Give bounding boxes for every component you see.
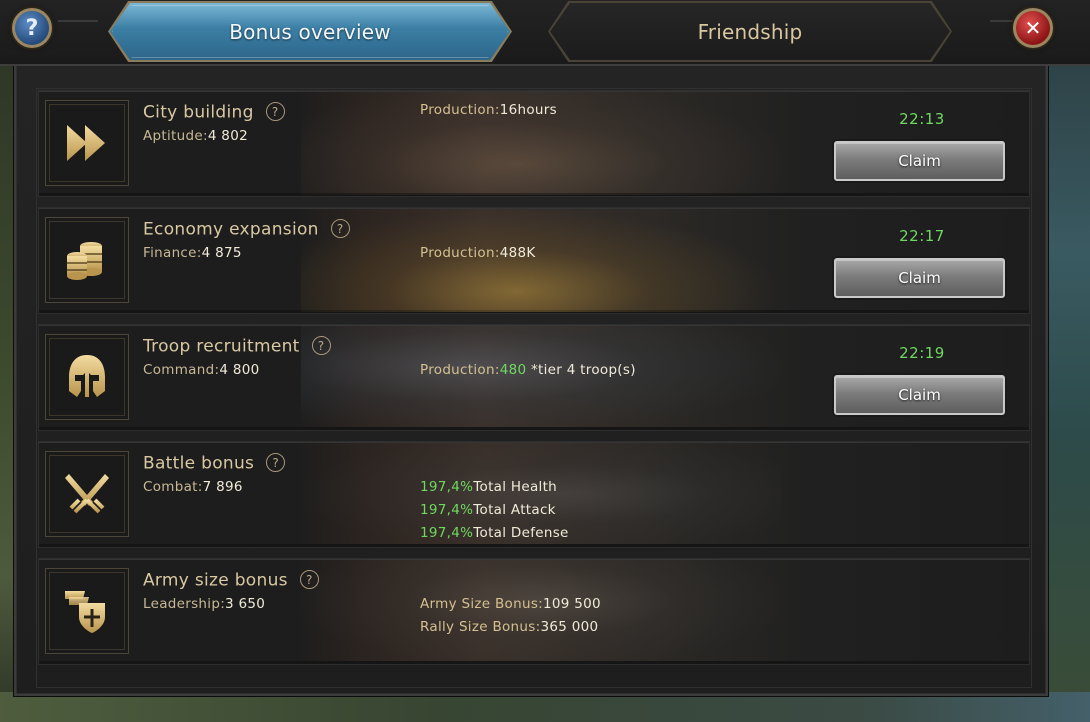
army-size-label: Army Size Bonus: [420,596,543,612]
bonus-value: 197,4% [420,525,474,541]
stat-label: Combat: [143,479,203,495]
top-bar-ornament-left [58,20,98,40]
helmet-icon [45,334,129,420]
bonus-row-battle-bonus: Battle bonus? Combat:7 896 197,4%Total H… [38,441,1030,548]
info-icon[interactable]: ? [265,102,285,121]
production-info: Production:488K [420,245,536,261]
rally-size-value: 365 000 [540,619,599,635]
bonus-line-health: 197,4%Total Health [420,479,557,495]
production-label: Production: [420,245,500,261]
stat-label: Finance: [143,245,202,261]
crossed-swords-icon [45,451,129,537]
stat-label: Leadership: [143,596,226,612]
tab-bonus-overview[interactable]: Bonus overview [110,3,510,60]
stat-value: 4 802 [207,128,248,144]
production-suffix: *tier 4 troop(s) [526,362,636,378]
info-icon[interactable]: ? [330,219,350,238]
row-title: Army size bonus? [143,570,319,591]
claim-timer: 22:17 [899,227,945,245]
row-title: City building? [143,102,285,123]
claim-button[interactable]: Claim [834,141,1005,181]
info-icon[interactable]: ? [266,453,286,472]
row-title-text: City building [143,102,254,123]
rally-size-bonus: Rally Size Bonus:365 000 [420,619,598,635]
army-size-bonus: Army Size Bonus:109 500 [420,596,601,612]
fast-forward-icon [45,100,129,186]
row-background-art [301,208,781,312]
info-icon[interactable]: ? [311,336,331,355]
production-value: 480 [499,362,527,378]
bonus-row-economy-expansion: Economy expansion? Finance:4 875 Product… [38,207,1030,314]
bonus-line-defense: 197,4%Total Defense [420,525,569,541]
claim-button[interactable]: Claim [834,258,1005,298]
production-value: 488K [499,245,536,261]
row-title-text: Troop recruitment [143,336,300,357]
bonus-value: 197,4% [420,479,474,495]
help-button[interactable]: ? [12,8,52,48]
row-title-text: Battle bonus [143,453,255,474]
row-title-text: Army size bonus [143,570,288,591]
stat-value: 7 896 [202,479,243,495]
bonus-row-troop-recruitment: Troop recruitment? Command:4 800 Product… [38,324,1030,431]
question-icon: ? [25,15,39,41]
row-stat: Command:4 800 [143,362,260,378]
close-button[interactable]: ✕ [1013,8,1053,48]
production-label: Production: [420,362,500,378]
production-label: Production: [420,102,500,118]
stat-value: 4 800 [219,362,260,378]
bonus-row-city-building: City building? Aptitude:4 802 Production… [38,90,1030,197]
stat-value: 4 875 [201,245,242,261]
info-icon[interactable]: ? [299,570,319,589]
top-bar: Bonus overview Friendship ? ✕ [0,0,1090,66]
close-icon: ✕ [1024,16,1042,40]
stat-label: Command: [143,362,220,378]
row-stat: Combat:7 896 [143,479,243,495]
production-value: 16hours [499,102,557,118]
bonus-value: 197,4% [420,502,474,518]
claim-timer: 22:13 [899,110,945,128]
production-info: Production:16hours [420,102,557,118]
bonus-row-army-size: Army size bonus? Leadership:3 650 Army S… [38,558,1030,665]
rally-size-label: Rally Size Bonus: [420,619,541,635]
row-stat: Aptitude:4 802 [143,128,248,144]
row-title-text: Economy expansion [143,219,319,240]
army-size-value: 109 500 [543,596,601,612]
bonus-label: Total Attack [473,502,556,518]
bonus-label: Total Health [473,479,558,495]
coin-stack-icon [45,217,129,303]
row-title: Troop recruitment? [143,336,331,357]
bonus-line-attack: 197,4%Total Attack [420,502,556,518]
row-title: Economy expansion? [143,219,350,240]
tab-friendship[interactable]: Friendship [550,3,950,60]
stat-value: 3 650 [225,596,266,612]
claim-button[interactable]: Claim [834,375,1005,415]
row-stat: Finance:4 875 [143,245,242,261]
row-title: Battle bonus? [143,453,286,474]
production-info: Production:480 *tier 4 troop(s) [420,362,636,378]
shield-flags-icon [45,568,129,654]
bonus-label: Total Defense [473,525,569,541]
row-stat: Leadership:3 650 [143,596,265,612]
stat-label: Aptitude: [143,128,208,144]
background-bottom [0,692,1090,722]
claim-timer: 22:19 [899,344,945,362]
